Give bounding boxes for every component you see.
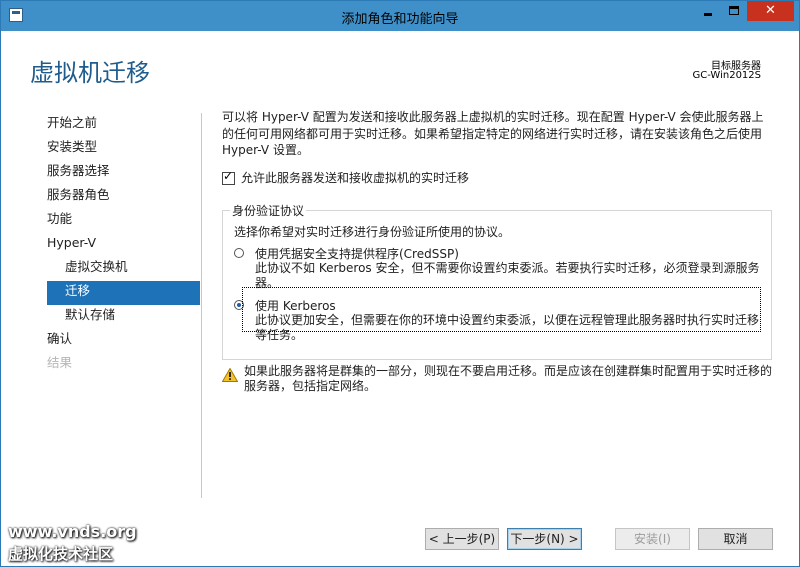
next-button[interactable]: 下一步(N) > — [507, 528, 582, 550]
warning-icon — [222, 368, 238, 382]
allow-migration-checkbox[interactable]: ✓ — [222, 169, 235, 185]
credssp-radio[interactable] — [234, 248, 244, 258]
maximize-icon — [729, 6, 739, 15]
title-bar: 添加角色和功能向导 ✕ — [1, 1, 799, 31]
cancel-button[interactable]: 取消 — [698, 528, 773, 550]
nav-item-server-roles[interactable]: 服务器角色 — [47, 185, 200, 209]
nav-item-before-you-begin[interactable]: 开始之前 — [47, 113, 200, 137]
nav-item-server-selection[interactable]: 服务器选择 — [47, 161, 200, 185]
nav-item-confirmation[interactable]: 确认 — [47, 329, 200, 353]
minimize-icon — [704, 13, 712, 16]
checkmark-icon: ✓ — [223, 169, 234, 183]
auth-protocol-group: 身份验证协议 选择你希望对实时迁移进行身份验证所使用的协议。 使用凭据安全支持提… — [222, 202, 772, 360]
content-pane: 可以将 Hyper-V 配置为发送和接收此服务器上虚拟机的实时迁移。现在配置 H… — [222, 109, 774, 360]
maximize-button[interactable] — [721, 1, 747, 21]
nav-item-migration[interactable]: 迁移 — [47, 281, 200, 305]
page-title: 虚拟机迁移 — [30, 59, 150, 87]
nav-item-results: 结果 — [47, 355, 73, 370]
watermark: www.vnds.org 虚拟化技术社区 — [8, 522, 137, 564]
nav-item-default-stores[interactable]: 默认存储 — [47, 305, 200, 329]
auth-protocol-legend: 身份验证协议 — [230, 202, 307, 219]
watermark-site-name: 虚拟化技术社区 — [8, 545, 114, 563]
intro-text: 可以将 Hyper-V 配置为发送和接收此服务器上虚拟机的实时迁移。现在配置 H… — [222, 110, 764, 157]
nav-divider — [201, 113, 202, 498]
warning-text: 如果此服务器将是群集的一部分，则现在不要启用迁移。而是应该在创建群集时配置用于实… — [244, 364, 773, 393]
nav-item-hyper-v[interactable]: Hyper-V — [47, 233, 200, 257]
install-button: 安装(I) — [615, 528, 690, 550]
wizard-window: 添加角色和功能向导 ✕ 虚拟机迁移 目标服务器 GC-Win2012S 开始之前… — [0, 0, 800, 567]
auth-protocol-description: 选择你希望对实时迁移进行身份验证所使用的协议。 — [234, 225, 511, 239]
focus-rectangle — [242, 287, 761, 332]
wizard-nav: 开始之前 安装类型 服务器选择 服务器角色 功能 Hyper-V 虚拟交换机 迁… — [47, 113, 200, 377]
radio-selected-dot — [237, 303, 241, 307]
close-icon: ✕ — [765, 3, 776, 18]
nav-item-installation-type[interactable]: 安装类型 — [47, 137, 200, 161]
allow-migration-row[interactable]: ✓ 允许此服务器发送和接收虚拟机的实时迁移 — [222, 169, 469, 185]
close-button[interactable]: ✕ — [747, 1, 794, 21]
nav-item-features[interactable]: 功能 — [47, 209, 200, 233]
allow-migration-label: 允许此服务器发送和接收虚拟机的实时迁移 — [241, 171, 470, 185]
nav-item-virtual-switches[interactable]: 虚拟交换机 — [47, 257, 200, 281]
target-server-name: GC-Win2012S — [692, 70, 761, 81]
previous-button[interactable]: < 上一步(P) — [425, 528, 499, 550]
credssp-label: 使用凭据安全支持提供程序(CredSSP) — [255, 247, 459, 261]
watermark-url: www.vnds.org — [8, 522, 137, 541]
window-title: 添加角色和功能向导 — [341, 12, 459, 27]
minimize-button[interactable] — [695, 1, 721, 21]
